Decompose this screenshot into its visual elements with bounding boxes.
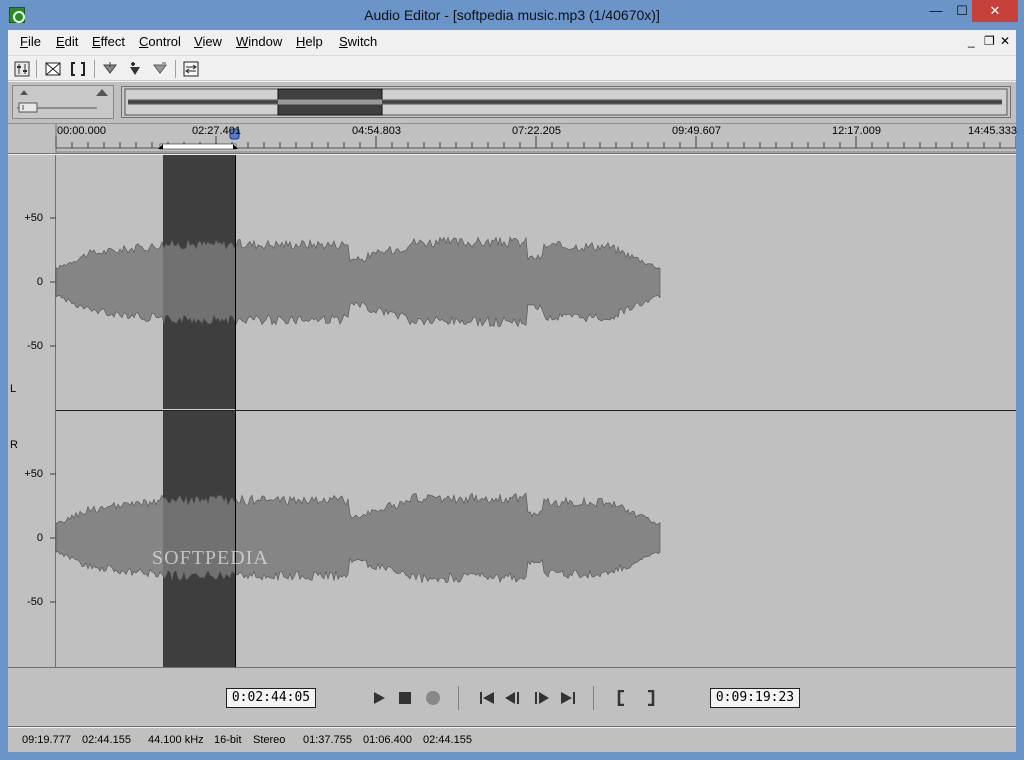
ruler-tick-label: 02:27.401 <box>192 125 241 137</box>
step-back-icon[interactable] <box>503 689 523 707</box>
waveform-svg <box>50 217 661 603</box>
status-sample-rate: 44.100 kHz <box>148 734 204 746</box>
mixer-icon[interactable] <box>12 59 32 79</box>
select-all-icon[interactable] <box>68 59 88 79</box>
ruler-tick-label: 00:00.000 <box>57 125 106 137</box>
go-to-end-icon[interactable] <box>558 689 578 707</box>
client-area: File Edit Effect Control View Window Hel… <box>8 30 1017 752</box>
record-icon[interactable] <box>423 689 443 707</box>
playback-cursor <box>235 155 236 667</box>
toolbar-separator <box>94 60 95 78</box>
menu-view[interactable]: View <box>194 34 222 49</box>
toolbar <box>8 55 1016 81</box>
selection-end-time[interactable]: 0:09:19:23 <box>710 688 800 708</box>
window-title: Audio Editor - [softpedia music.mp3 (1/4… <box>364 7 660 23</box>
mdi-minimize-button[interactable]: _ <box>968 34 975 48</box>
status-channels: Stereo <box>253 734 286 746</box>
stop-icon[interactable] <box>395 689 415 707</box>
ruler-tick-label: 14:45.333 <box>968 125 1017 137</box>
add-marker-icon[interactable] <box>125 59 145 79</box>
status-selection-length: 01:06.400 <box>363 734 412 746</box>
close-button[interactable]: ✕ <box>972 0 1018 22</box>
waveform-area[interactable]: +50 0 -50 L R +50 0 -50 SOFTPEDIA <box>8 155 1016 667</box>
status-total-length: 09:19.777 <box>22 734 71 746</box>
time-ruler[interactable]: 00:00.000 02:27.401 04:54.803 07:22.205 … <box>8 124 1017 154</box>
step-forward-icon[interactable] <box>531 689 551 707</box>
ruler-tick-label: 04:54.803 <box>352 125 401 137</box>
status-bar: 09:19.777 02:44.155 44.100 kHz 16-bit St… <box>8 728 1016 752</box>
switch-view-icon[interactable] <box>181 59 201 79</box>
play-icon[interactable] <box>369 689 389 707</box>
zoom-control[interactable] <box>12 85 114 119</box>
ruler-tick-label: 12:17.009 <box>832 125 881 137</box>
ruler-tick-label: 07:22.205 <box>512 125 561 137</box>
transport-separator <box>593 686 594 710</box>
menu-bar: File Edit Effect Control View Window Hel… <box>8 30 1016 54</box>
status-cursor-position: 02:44.155 <box>82 734 131 746</box>
mark-in-icon[interactable] <box>612 689 632 707</box>
toolbar-separator <box>36 60 37 78</box>
mark-out-icon[interactable] <box>640 689 660 707</box>
softpedia-watermark: SOFTPEDIA <box>152 547 269 569</box>
go-to-start-icon[interactable] <box>477 689 497 707</box>
menu-edit[interactable]: Edit <box>56 34 78 49</box>
remove-marker-icon[interactable] <box>150 59 170 79</box>
mdi-restore-button[interactable]: ❐ <box>984 34 995 48</box>
menu-help[interactable]: Help <box>296 34 323 49</box>
minimize-button[interactable]: — <box>922 0 950 22</box>
toolbar-separator <box>175 60 176 78</box>
mdi-close-button[interactable]: ✕ <box>1000 34 1010 48</box>
channel-divider <box>56 410 1016 411</box>
status-selection-end: 02:44.155 <box>423 734 472 746</box>
title-bar[interactable]: Audio Editor - [softpedia music.mp3 (1/4… <box>0 0 1024 30</box>
insert-marker-icon[interactable] <box>100 59 120 79</box>
overview-waveform[interactable] <box>121 86 1011 118</box>
menu-control[interactable]: Control <box>139 34 181 49</box>
transport-bar: 0:02:44:05 0:09:19:23 <box>8 667 1016 727</box>
menu-window[interactable]: Window <box>236 34 282 49</box>
status-bit-depth: 16-bit <box>214 734 242 746</box>
ruler-tick-label: 09:49.607 <box>672 125 721 137</box>
selection-start-time[interactable]: 0:02:44:05 <box>226 688 316 708</box>
overview-row <box>8 82 1016 124</box>
close-file-icon[interactable] <box>43 59 63 79</box>
menu-effect[interactable]: Effect <box>92 34 125 49</box>
menu-file[interactable]: File <box>20 34 41 49</box>
menu-switch[interactable]: Switch <box>339 34 377 49</box>
app-window: Audio Editor - [softpedia music.mp3 (1/4… <box>0 0 1024 760</box>
status-selection-start: 01:37.755 <box>303 734 352 746</box>
transport-separator <box>458 686 459 710</box>
